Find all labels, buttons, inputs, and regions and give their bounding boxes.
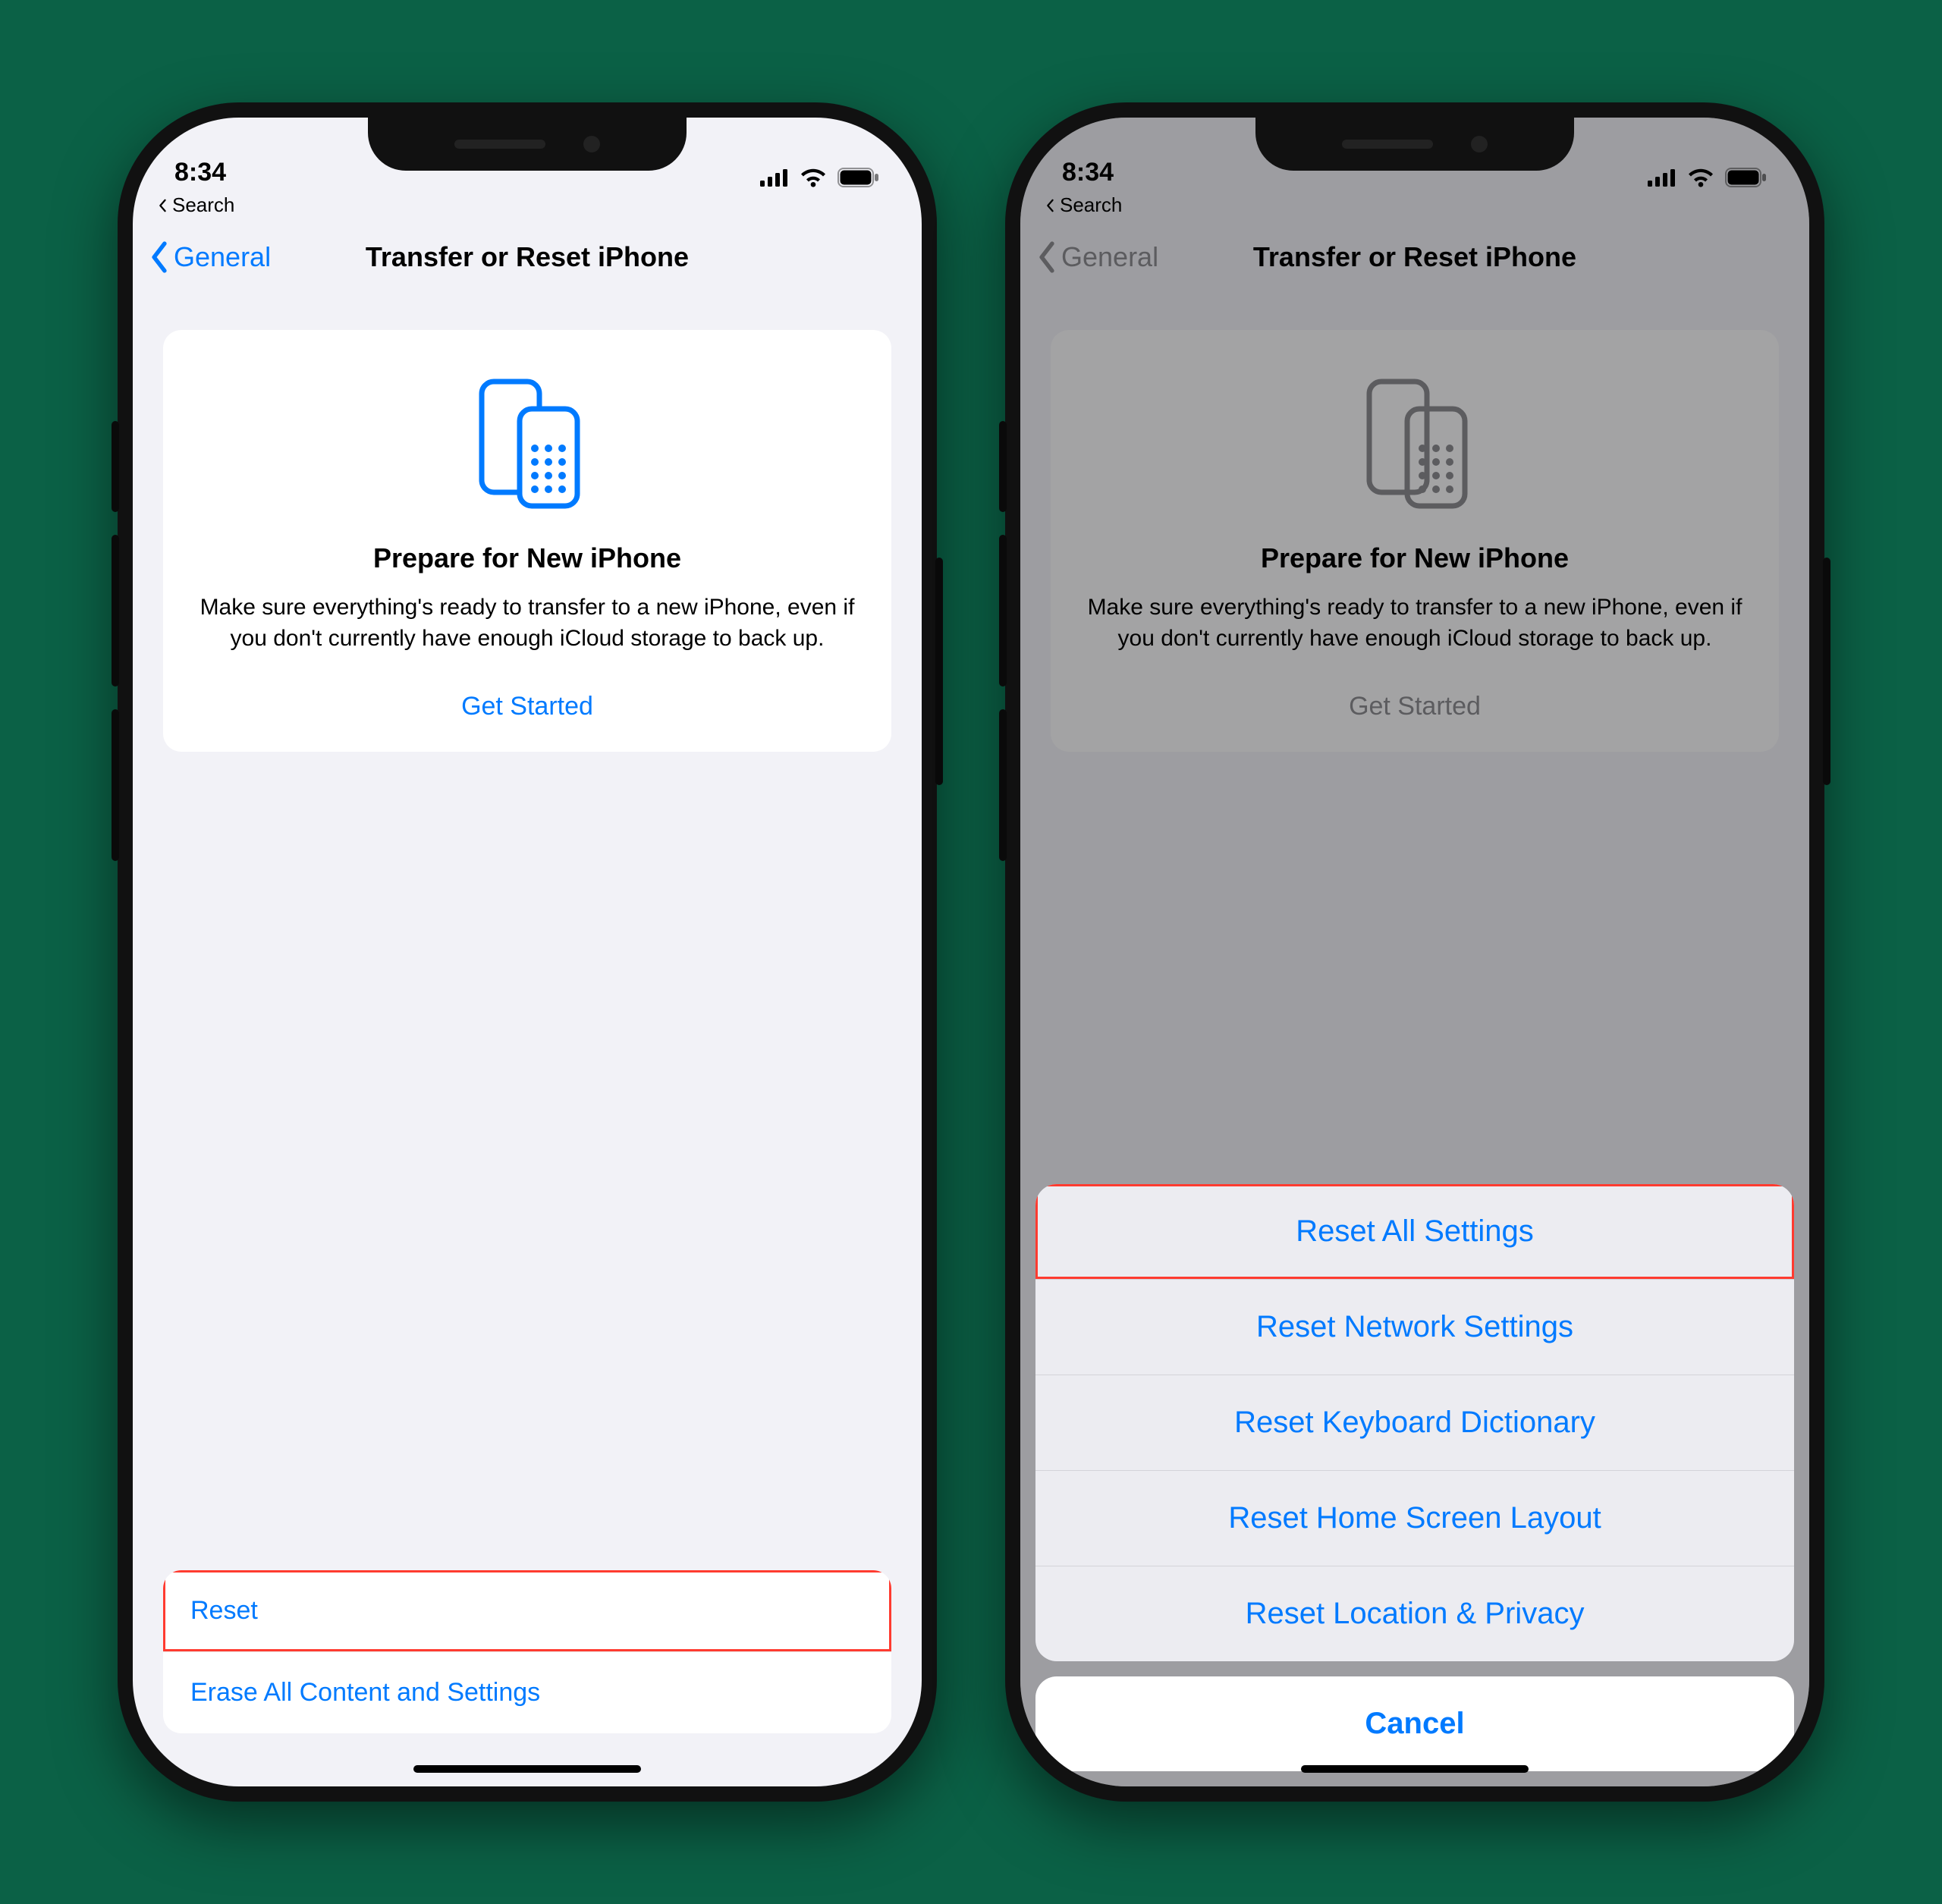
breadcrumb[interactable]: Search <box>133 193 922 223</box>
notch <box>1255 118 1574 171</box>
reset-options-list: Reset Erase All Content and Settings <box>163 1570 891 1733</box>
home-indicator[interactable] <box>1301 1765 1529 1773</box>
prepare-body: Make sure everything's ready to transfer… <box>193 592 861 654</box>
sheet-reset-location-privacy[interactable]: Reset Location & Privacy <box>1035 1566 1794 1661</box>
prepare-card: Prepare for New iPhone Make sure everyth… <box>163 330 891 752</box>
status-icons <box>760 168 880 187</box>
content-left: Prepare for New iPhone Make sure everyth… <box>133 292 922 1786</box>
back-label: General <box>174 241 271 273</box>
action-sheet-group: Reset All Settings Reset Network Setting… <box>1035 1184 1794 1661</box>
sheet-reset-all-settings[interactable]: Reset All Settings <box>1035 1184 1794 1279</box>
comparison-stage: 8:34 Search General Transfer or Reset iP… <box>0 0 1942 1904</box>
sheet-reset-home-layout[interactable]: Reset Home Screen Layout <box>1035 1470 1794 1566</box>
breadcrumb-label: Search <box>172 193 234 217</box>
back-button[interactable]: General <box>148 240 271 274</box>
prepare-heading: Prepare for New iPhone <box>193 542 861 574</box>
get-started-button[interactable]: Get Started <box>193 692 861 721</box>
erase-all-button[interactable]: Erase All Content and Settings <box>163 1651 891 1733</box>
sheet-reset-network-settings[interactable]: Reset Network Settings <box>1035 1279 1794 1375</box>
chevron-left-icon <box>156 199 169 212</box>
notch <box>368 118 687 171</box>
cancel-button[interactable]: Cancel <box>1035 1676 1794 1771</box>
two-phones-icon <box>467 375 588 512</box>
action-sheet: Reset All Settings Reset Network Setting… <box>1035 1184 1794 1771</box>
iphone-frame-left: 8:34 Search General Transfer or Reset iP… <box>118 102 937 1802</box>
screen-right: 8:34 Search General Transfer or Reset iP… <box>1020 118 1809 1786</box>
iphone-frame-right: 8:34 Search General Transfer or Reset iP… <box>1005 102 1824 1802</box>
battery-icon <box>837 168 880 187</box>
chevron-left-icon <box>148 240 171 274</box>
cellular-icon <box>760 168 789 187</box>
sheet-reset-keyboard-dict[interactable]: Reset Keyboard Dictionary <box>1035 1375 1794 1470</box>
wifi-icon <box>800 168 827 187</box>
screen-left: 8:34 Search General Transfer or Reset iP… <box>133 118 922 1786</box>
nav-bar: General Transfer or Reset iPhone <box>133 223 922 291</box>
home-indicator[interactable] <box>413 1765 641 1773</box>
status-time: 8:34 <box>174 158 226 187</box>
reset-button[interactable]: Reset <box>163 1570 891 1651</box>
